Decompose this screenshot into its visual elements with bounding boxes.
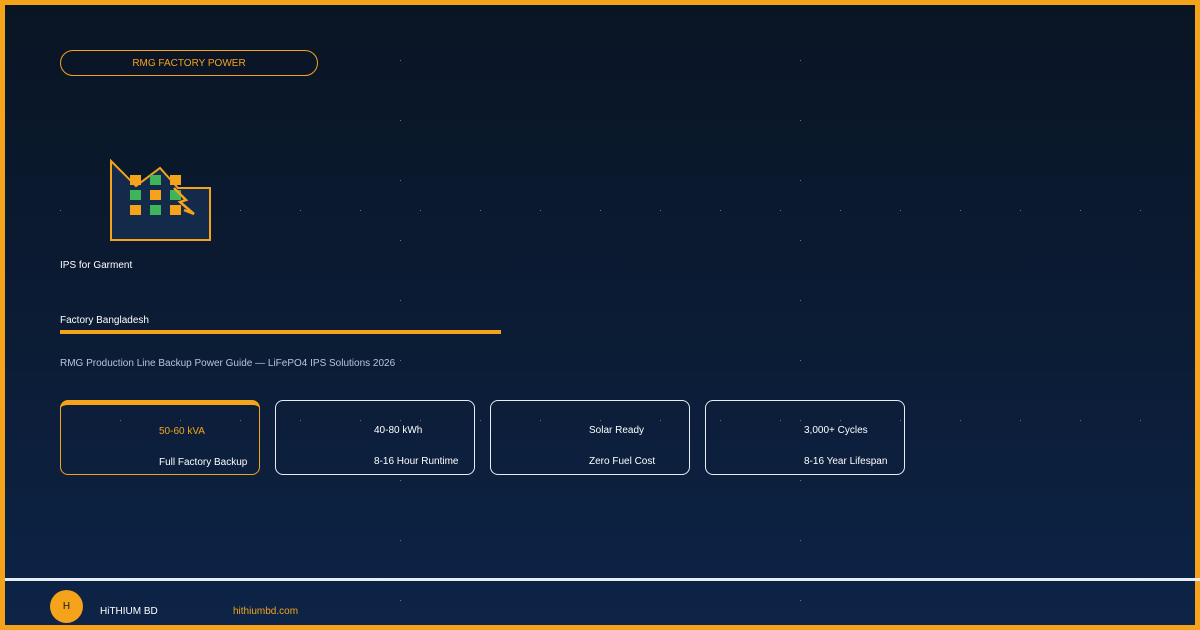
stat-card-capacity: 50-60 kVA Full Factory Backup [60,400,260,475]
page-subtitle: RMG Production Line Backup Power Guide —… [60,358,396,369]
star-dot [240,210,241,211]
star-dot [400,300,401,301]
stat-label: 8-16 Hour Runtime [374,456,459,467]
stat-value: Solar Ready [589,425,645,436]
star-dot [900,210,901,211]
star-dot [660,210,661,211]
stat-card-cycles: 3,000+ Cycles 8-16 Year Lifespan [705,400,905,475]
star-dot [400,180,401,181]
window-1 [130,175,141,185]
star-dot [800,240,801,241]
star-dot [960,210,961,211]
category-badge-label: RMG FACTORY POWER [132,57,246,69]
star-dot [480,210,481,211]
star-dot [400,60,401,61]
star-dot [400,120,401,121]
star-dot [960,420,961,421]
stat-value: 50-60 kVA [159,426,205,437]
star-dot [400,600,401,601]
star-dot [720,210,721,211]
star-dot [800,60,801,61]
stat-label: 8-16 Year Lifespan [804,456,888,467]
star-dot [800,540,801,541]
window-2 [150,175,161,185]
window-3 [170,175,181,185]
factory-icon [110,158,211,241]
stat-value: 40-80 kWh [374,425,423,436]
brand-logo: H [50,590,83,623]
category-badge: RMG FACTORY POWER [60,50,318,76]
star-dot [800,600,801,601]
star-dot [780,210,781,211]
star-dot [800,120,801,121]
window-4 [130,190,141,200]
star-dot [1020,210,1021,211]
star-dot [60,210,61,211]
footer-divider [5,578,1200,581]
star-dot [400,240,401,241]
star-dot [400,540,401,541]
star-dot [800,360,801,361]
stat-label: Full Factory Backup [159,457,248,468]
star-dot [800,300,801,301]
star-dot [1020,420,1021,421]
star-dot [420,210,421,211]
window-9 [170,205,181,215]
star-dot [480,420,481,421]
star-dot [1080,420,1081,421]
star-dot [1140,210,1141,211]
orange-border-frame [0,0,1200,630]
brand-logo-letter: H [62,601,71,612]
stat-card-solar: Solar Ready Zero Fuel Cost [490,400,690,475]
star-dot [360,210,361,211]
stat-label: Zero Fuel Cost [589,456,656,467]
star-dot [300,210,301,211]
title-line-2: Factory Bangladesh [60,315,149,326]
star-dot [540,210,541,211]
star-dot [840,210,841,211]
window-5 [150,190,161,200]
window-7 [130,205,141,215]
star-dot [400,360,401,361]
brand-name: HiTHIUM BD [100,606,158,617]
star-dot [400,480,401,481]
star-dot [1140,420,1141,421]
website-link[interactable]: hithiumbd.com [233,606,298,617]
stat-value: 3,000+ Cycles [804,425,868,436]
star-dot [600,210,601,211]
title-line-1: IPS for Garment [60,260,133,271]
star-dot [1080,210,1081,211]
star-dot [800,180,801,181]
star-dot [800,480,801,481]
window-8 [150,205,161,215]
title-underline [60,330,501,334]
stat-card-storage: 40-80 kWh 8-16 Hour Runtime [275,400,475,475]
